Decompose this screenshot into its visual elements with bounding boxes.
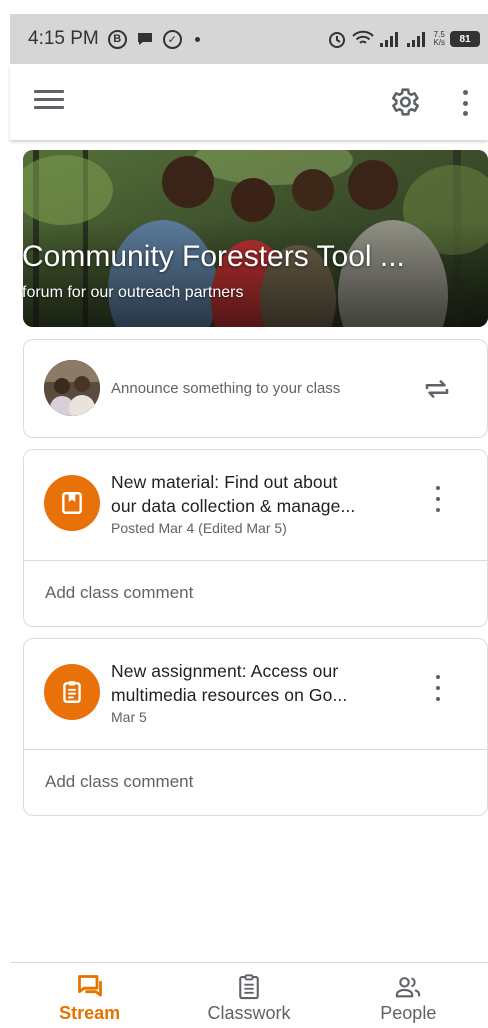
alarm-icon — [329, 32, 346, 48]
more-vert-icon[interactable] — [458, 88, 472, 118]
post-title[interactable]: New assignment: Access our multimedia re… — [111, 659, 411, 707]
gear-icon[interactable] — [387, 85, 421, 119]
signal-icon-2 — [407, 32, 426, 47]
post-card-material[interactable]: New material: Find out about our data co… — [23, 449, 488, 627]
post-more-vert-icon[interactable] — [431, 486, 445, 512]
post-date: Posted Mar 4 (Edited Mar 5) — [111, 520, 287, 536]
nav-stream[interactable]: Stream — [10, 963, 169, 1028]
wifi-icon — [352, 30, 375, 44]
dot-icon — [194, 36, 200, 42]
battery-level: 81 — [459, 33, 471, 45]
class-subtitle: forum for our outreach partners — [22, 284, 244, 301]
post-more-vert-icon[interactable] — [431, 675, 445, 701]
chat-bubble-icon — [137, 33, 152, 45]
battery-icon: 81 — [450, 31, 480, 47]
bottom-nav: Stream Classwork People — [10, 962, 488, 1028]
post-title-line2: multimedia resources on Go... — [111, 685, 348, 705]
notification-icons: B ✓ — [107, 29, 200, 49]
post-title-line2: our data collection & manage... — [111, 496, 356, 516]
status-time: 4:15 PM — [28, 28, 99, 49]
class-title: Community Foresters Tool ... — [22, 240, 405, 273]
b-badge-icon: B — [107, 29, 127, 49]
divider — [24, 749, 487, 750]
menu-icon[interactable] — [34, 90, 64, 114]
post-title[interactable]: New material: Find out about our data co… — [111, 470, 411, 518]
network-speed: 7.5 K/s — [433, 31, 445, 47]
nav-classwork-label: Classwork — [207, 1003, 291, 1023]
post-title-line1: New material: Find out about — [111, 472, 338, 492]
post-title-line1: New assignment: Access our — [111, 661, 339, 681]
stream-icon — [77, 975, 102, 997]
add-class-comment-button[interactable]: Add class comment — [45, 583, 193, 603]
announce-card[interactable]: Announce something to your class — [23, 339, 488, 438]
divider — [24, 560, 487, 561]
status-bar: 4:15 PM B ✓ 7.5 K/s 81 — [10, 14, 488, 64]
network-speed-unit: K/s — [433, 38, 445, 47]
add-class-comment-button[interactable]: Add class comment — [45, 772, 193, 792]
nav-stream-label: Stream — [59, 1003, 121, 1023]
people-icon — [396, 977, 421, 998]
post-date: Mar 5 — [111, 709, 147, 725]
avatar — [44, 360, 100, 416]
nav-people-label: People — [380, 1003, 437, 1023]
assignment-clipboard-icon — [44, 664, 100, 720]
post-card-assignment[interactable]: New assignment: Access our multimedia re… — [23, 638, 488, 816]
app-screen: 4:15 PM B ✓ 7.5 K/s 81 Community Foreste… — [0, 0, 488, 1028]
whatsapp-icon: ✓ — [162, 29, 182, 49]
material-book-icon — [44, 475, 100, 531]
app-bar — [10, 64, 488, 140]
nav-classwork[interactable]: Classwork — [169, 963, 328, 1028]
signal-icon — [380, 32, 399, 47]
announce-input[interactable]: Announce something to your class — [111, 380, 340, 397]
classwork-icon — [239, 974, 259, 1000]
repost-icon[interactable] — [422, 374, 452, 404]
nav-people[interactable]: People — [329, 963, 488, 1028]
system-icons: 7.5 K/s 81 — [327, 29, 480, 49]
